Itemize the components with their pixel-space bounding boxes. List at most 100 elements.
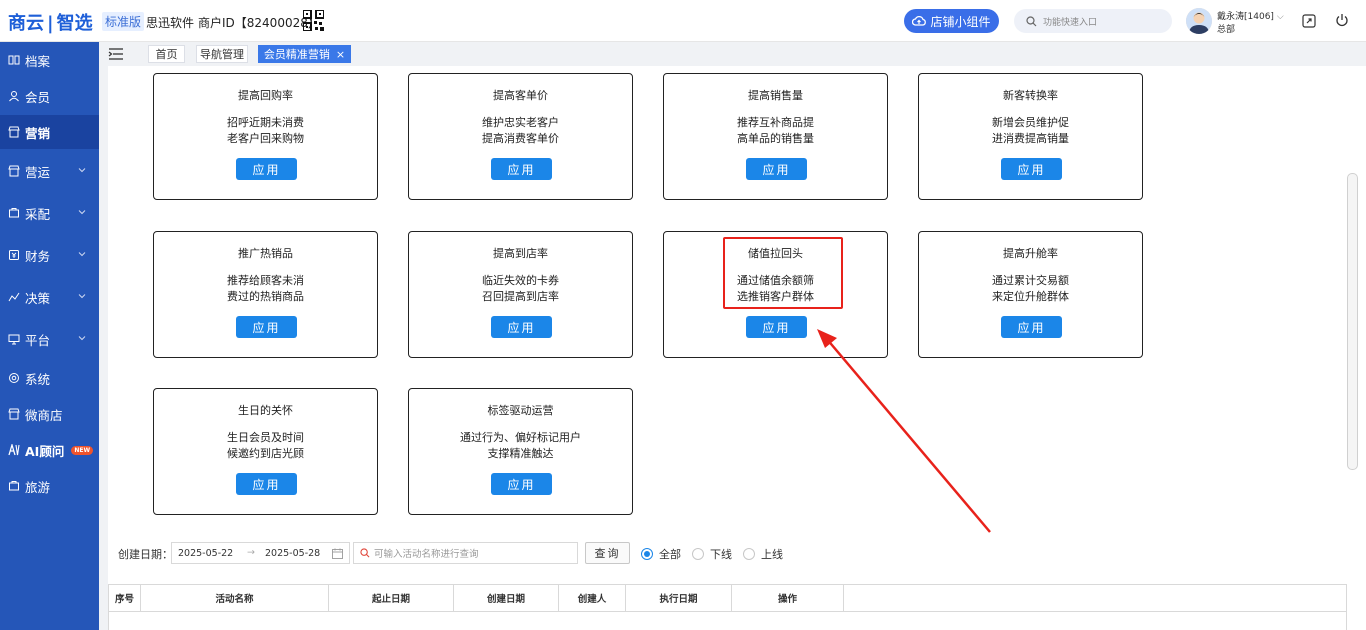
shop-widget-button[interactable]: 店铺小组件 [904,9,999,33]
tab-nav-management[interactable]: 导航管理 [196,45,248,63]
sidebar-item-finance[interactable]: 财务 [0,238,99,272]
search-icon [1026,15,1037,26]
company-name: 思迅软件 [146,16,195,30]
card-desc-line: 新增会员维护促 [992,116,1069,129]
sidebar-item-label: 会员 [25,89,51,105]
column-header[interactable]: 起止日期 [329,585,454,611]
travel-icon [9,481,19,491]
user-avatar[interactable] [1186,8,1212,34]
card-desc-line: 老客户回来购物 [227,132,304,145]
card-description: 新增会员维护促 进消费提高销量 [919,115,1142,147]
power-icon[interactable] [1335,13,1349,27]
sidebar-item-label: 旅游 [25,479,51,495]
tab-member-precision-marketing[interactable]: 会员精准营销 × [258,45,351,63]
card-title: 提高到店率 [493,247,548,260]
card-title: 标签驱动运营 [487,404,554,417]
qr-code-icon[interactable] [303,10,324,31]
card-desc-line: 临近失效的卡券 [482,274,559,287]
apply-button[interactable]: 应用 [1001,158,1062,180]
sidebar-item-label: 营运 [25,164,51,180]
function-search-input[interactable]: 功能快速入口 [1014,9,1172,33]
logo-text-right: 智选 [56,13,93,34]
activity-table-body [108,612,1347,630]
card-desc-line: 招呼近期未消费 [227,116,304,129]
sidebar-item-label: 财务 [25,248,51,264]
radio-label: 全部 [659,548,681,561]
fullscreen-icon[interactable] [1302,14,1316,28]
sidebar-item-decision[interactable]: 决策 [0,280,99,314]
sidebar-item-purchase[interactable]: 采配 [0,196,99,230]
card-desc-line: 进消费提高销量 [992,132,1069,145]
sidebar-item-label: AI顾问 [25,443,65,459]
user-dept: 总部 [1217,25,1236,35]
date-range-picker[interactable]: 2025-05-22 → 2025-05-28 [171,542,350,564]
logo-text-left: 商云 [8,13,44,34]
search-placeholder: 可输入活动名称进行查询 [374,549,479,560]
column-header[interactable]: 活动名称 [141,585,329,611]
column-header[interactable]: 创建日期 [454,585,559,611]
highlight-box [723,237,843,309]
card-title: 新客转换率 [1003,89,1058,102]
gear-icon [9,373,19,383]
sidebar-item-label: 营销 [25,125,51,141]
column-header[interactable]: 创建人 [559,585,626,611]
apply-button[interactable]: 应用 [491,473,552,495]
strategy-card: 提高到店率 临近失效的卡券 召回提高到店率 应用 [408,231,633,358]
activity-name-search[interactable]: 可输入活动名称进行查询 [353,542,578,564]
column-header[interactable]: 操作 [732,585,844,611]
menu-toggle-icon[interactable] [108,47,124,61]
apply-button[interactable]: 应用 [236,158,297,180]
tab-label: 会员精准营销 [263,48,330,61]
apply-button[interactable]: 应用 [491,158,552,180]
apply-button[interactable]: 应用 [491,316,552,338]
sidebar-item-archive[interactable]: 档案 [0,43,99,77]
tab-home[interactable]: 首页 [148,45,185,63]
sidebar-item-operations[interactable]: 营运 [0,154,99,188]
tab-label: 首页 [155,48,178,61]
merchant-id: 商户ID【82400028】 [198,16,320,30]
card-title: 提高客单价 [493,89,548,102]
sidebar-item-ai-advisor[interactable]: AI顾问 NEW [0,433,99,467]
apply-button[interactable]: 应用 [236,473,297,495]
radio-online[interactable]: 上线 [743,546,783,562]
archive-icon [8,55,20,65]
user-name[interactable]: 戴永涛[1406] ⌵ [1217,9,1284,22]
sidebar-item-label: 平台 [25,332,51,348]
sidebar-item-travel[interactable]: 旅游 [0,469,99,503]
apply-button[interactable]: 应用 [746,316,807,338]
card-title: 提高回购率 [238,89,293,102]
apply-button[interactable]: 应用 [1001,316,1062,338]
chevron-down-icon [78,210,86,215]
card-desc-line: 维护忠实老客户 [482,116,559,129]
sidebar-item-marketing[interactable]: 营销 [0,115,99,149]
sidebar-item-label: 决策 [25,290,51,306]
radio-offline[interactable]: 下线 [692,546,732,562]
column-header[interactable]: 执行日期 [626,585,732,611]
card-description: 推荐给顾客未消 费过的热销商品 [154,273,377,305]
sidebar-item-platform[interactable]: 平台 [0,322,99,356]
strategy-card: 提高回购率 招呼近期未消费 老客户回来购物 应用 [153,73,378,200]
sidebar-item-member[interactable]: 会员 [0,79,99,113]
monitor-icon [8,334,20,345]
column-header[interactable]: 序号 [109,585,141,611]
card-desc-line: 高单品的销售量 [737,132,814,145]
sidebar-item-system[interactable]: 系统 [0,361,99,395]
query-button[interactable]: 查询 [585,542,630,564]
user-icon [9,91,19,102]
sidebar-item-label: 采配 [25,206,51,222]
chevron-down-icon [78,252,86,257]
search-icon [360,548,370,558]
sidebar-item-label: 微商店 [25,407,63,423]
apply-button[interactable]: 应用 [236,316,297,338]
close-icon[interactable]: × [336,48,345,61]
date-start: 2025-05-22 [178,548,234,559]
radio-all[interactable]: 全部 [641,546,681,562]
cloud-icon [912,15,927,26]
activity-table-header: 序号 活动名称 起止日期 创建日期 创建人 执行日期 操作 [108,584,1347,612]
radio-label: 下线 [710,548,732,561]
shop-icon [8,126,20,138]
sidebar-item-microstore[interactable]: 微商店 [0,397,99,431]
app-logo[interactable]: 商云 | 智选 [8,9,93,35]
vertical-scrollbar[interactable] [1347,173,1358,470]
apply-button[interactable]: 应用 [746,158,807,180]
